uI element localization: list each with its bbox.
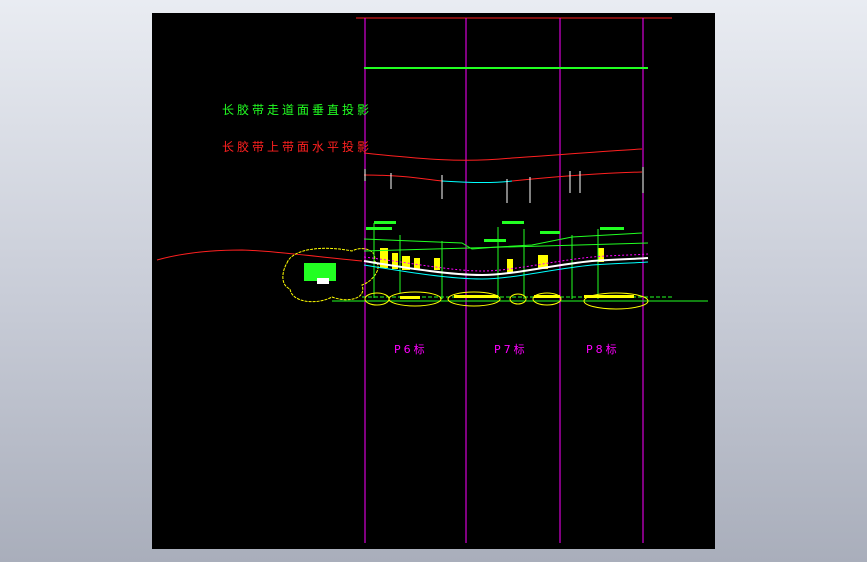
section-label-p6: P6标 <box>394 342 428 356</box>
legend-belt-text: 长胶带上带面水平投影 <box>222 139 372 154</box>
equipment-labels <box>366 221 624 242</box>
section-label-p7: P7标 <box>494 342 528 356</box>
belt-cyan-segment <box>441 180 513 183</box>
dimension-ticks <box>364 167 644 203</box>
belt-projection-curve <box>363 148 643 161</box>
cad-drawing: 长胶带走道面垂直投影 长胶带上带面水平投影 P6标 P7标 P8标 <box>156 17 708 543</box>
belt-lower-curve <box>511 171 643 182</box>
section-label-p8: P8标 <box>586 342 620 356</box>
belt-lower-curve <box>363 174 443 182</box>
cad-canvas[interactable]: 长胶带走道面垂直投影 长胶带上带面水平投影 P6标 P7标 P8标 <box>152 13 715 549</box>
structure-block-detail <box>317 278 329 284</box>
ground-profile-line <box>156 249 363 262</box>
legend-walkway-text: 长胶带走道面垂直投影 <box>222 102 372 117</box>
